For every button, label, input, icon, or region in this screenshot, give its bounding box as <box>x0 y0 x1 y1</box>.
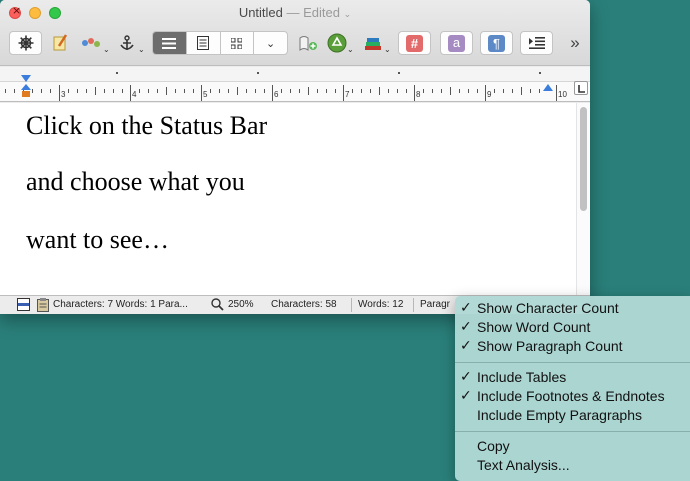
document-add-icon <box>299 36 317 51</box>
title-bar: Untitled — Edited ⌄ <box>0 0 590 66</box>
notes-button[interactable] <box>48 31 72 55</box>
menu-item-label: Include Empty Paragraphs <box>477 407 642 423</box>
library-dropdown-icon[interactable]: ⌄ <box>384 45 391 54</box>
document-name: Untitled <box>238 5 283 20</box>
app-window: Untitled — Edited ⌄ <box>0 0 590 314</box>
format-icon <box>82 38 100 47</box>
right-indent-marker-icon[interactable] <box>543 84 553 92</box>
format-button[interactable] <box>78 31 104 55</box>
menu-item-label: Text Analysis... <box>477 457 570 473</box>
title-chevron-icon: ⌄ <box>343 9 352 19</box>
left-indent-marker-icon[interactable] <box>21 84 31 98</box>
menu-separator <box>455 362 690 363</box>
character-count[interactable]: Characters: 58 <box>271 299 337 310</box>
menu-item-include-empty-paragraphs[interactable]: Include Empty Paragraphs <box>455 407 690 426</box>
pencil-note-icon <box>53 34 68 51</box>
ruler-number: 3 <box>61 90 66 99</box>
books-icon <box>365 38 381 50</box>
recycle-button[interactable] <box>325 31 349 55</box>
new-document-button[interactable] <box>296 31 320 55</box>
selection-summary[interactable]: Characters: 7 Words: 1 Para... <box>53 299 188 310</box>
ruler-number: 8 <box>416 90 421 99</box>
window-title[interactable]: Untitled — Edited ⌄ <box>0 5 590 20</box>
document-text-area[interactable]: Click on the Status Bar and choose what … <box>0 103 576 295</box>
ruler-number: 5 <box>203 90 208 99</box>
indent-icon <box>528 37 545 49</box>
menu-item-include-tables[interactable]: ✓ Include Tables <box>455 369 690 388</box>
menu-item-show-paragraph-count[interactable]: ✓ Show Paragraph Count <box>455 338 690 357</box>
menu-item-show-character-count[interactable]: ✓ Show Character Count <box>455 300 690 319</box>
amazon-button[interactable]: a <box>440 31 473 55</box>
recycle-dropdown-icon[interactable]: ⌄ <box>347 45 354 54</box>
word-count[interactable]: Words: 12 <box>358 299 403 310</box>
format-dropdown-icon[interactable]: ⌄ <box>103 45 110 54</box>
menu-item-include-footnotes-endnotes[interactable]: ✓ Include Footnotes & Endnotes <box>455 388 690 407</box>
ruler-ticks <box>5 85 557 101</box>
menu-item-label: Show Word Count <box>477 319 591 335</box>
scrollbar-thumb[interactable] <box>580 107 587 211</box>
document-line: Click on the Status Bar <box>26 111 268 140</box>
helm-icon <box>18 35 33 51</box>
checkmark-icon: ✓ <box>460 300 472 316</box>
vertical-scrollbar[interactable] <box>576 103 590 295</box>
ruler-number: 10 <box>558 90 567 99</box>
menu-item-text-analysis[interactable]: Text Analysis... <box>455 457 690 476</box>
edited-indicator: — Edited <box>286 5 340 20</box>
left-tab-icon <box>578 85 585 93</box>
status-divider <box>413 298 414 312</box>
status-bar-context-menu: ✓ Show Character Count ✓ Show Word Count… <box>455 296 690 481</box>
amazon-icon: a <box>448 34 465 52</box>
checkmark-icon: ✓ <box>460 388 472 404</box>
menu-item-label: Include Footnotes & Endnotes <box>477 388 665 404</box>
indent-button[interactable] <box>520 31 553 55</box>
hash-button[interactable]: # <box>398 31 431 55</box>
ruler-number: 9 <box>487 90 492 99</box>
inspector-button[interactable] <box>9 31 42 55</box>
document-line: want to see… <box>26 225 169 254</box>
clipboard-icon[interactable] <box>37 298 49 312</box>
page-view-icon <box>197 36 210 50</box>
zoom-level[interactable]: 250% <box>228 299 254 310</box>
pilcrow-button[interactable]: ¶ <box>480 31 513 55</box>
anchor-button[interactable] <box>116 31 138 55</box>
paragraph-count[interactable]: Paragr <box>420 299 450 310</box>
more-views-icon: ⌄ <box>266 37 276 50</box>
pilcrow-icon: ¶ <box>488 34 505 52</box>
page-view-button[interactable] <box>187 32 221 54</box>
library-button[interactable] <box>361 31 385 55</box>
grid-view-icon <box>231 37 243 49</box>
menu-item-show-word-count[interactable]: ✓ Show Word Count <box>455 319 690 338</box>
menu-item-label: Show Paragraph Count <box>477 338 623 354</box>
magnifier-icon[interactable] <box>211 298 224 311</box>
view-mode-segmented-control[interactable]: ⌄ <box>152 31 288 55</box>
checkmark-icon: ✓ <box>460 338 472 354</box>
document-line: and choose what you <box>26 167 245 196</box>
more-views-button[interactable]: ⌄ <box>254 32 287 54</box>
first-line-indent-marker-icon[interactable] <box>21 75 31 83</box>
page-layout-icon[interactable] <box>17 298 30 311</box>
anchor-dropdown-icon[interactable]: ⌄ <box>138 45 145 54</box>
ruler[interactable]: 3 4 5 6 7 8 9 10 <box>0 67 590 102</box>
menu-item-label: Show Character Count <box>477 300 619 316</box>
list-view-icon <box>162 37 177 49</box>
grid-view-button[interactable] <box>221 32 255 54</box>
menu-item-label: Copy <box>477 438 510 454</box>
anchor-icon <box>120 34 134 50</box>
checkmark-icon: ✓ <box>460 319 472 335</box>
ruler-number: 6 <box>274 90 279 99</box>
menu-item-label: Include Tables <box>477 369 567 385</box>
status-divider <box>351 298 352 312</box>
menu-item-copy[interactable]: Copy <box>455 438 690 457</box>
hash-icon: # <box>406 34 423 52</box>
ruler-number: 4 <box>132 90 137 99</box>
overflow-icon: » <box>570 33 580 52</box>
toolbar-overflow-button[interactable]: » <box>565 31 585 55</box>
checkmark-icon: ✓ <box>460 369 472 385</box>
recycle-icon <box>327 33 347 53</box>
tab-type-button[interactable] <box>574 81 588 95</box>
menu-separator <box>455 431 690 432</box>
ruler-number: 7 <box>345 90 350 99</box>
list-view-button[interactable] <box>153 32 187 54</box>
